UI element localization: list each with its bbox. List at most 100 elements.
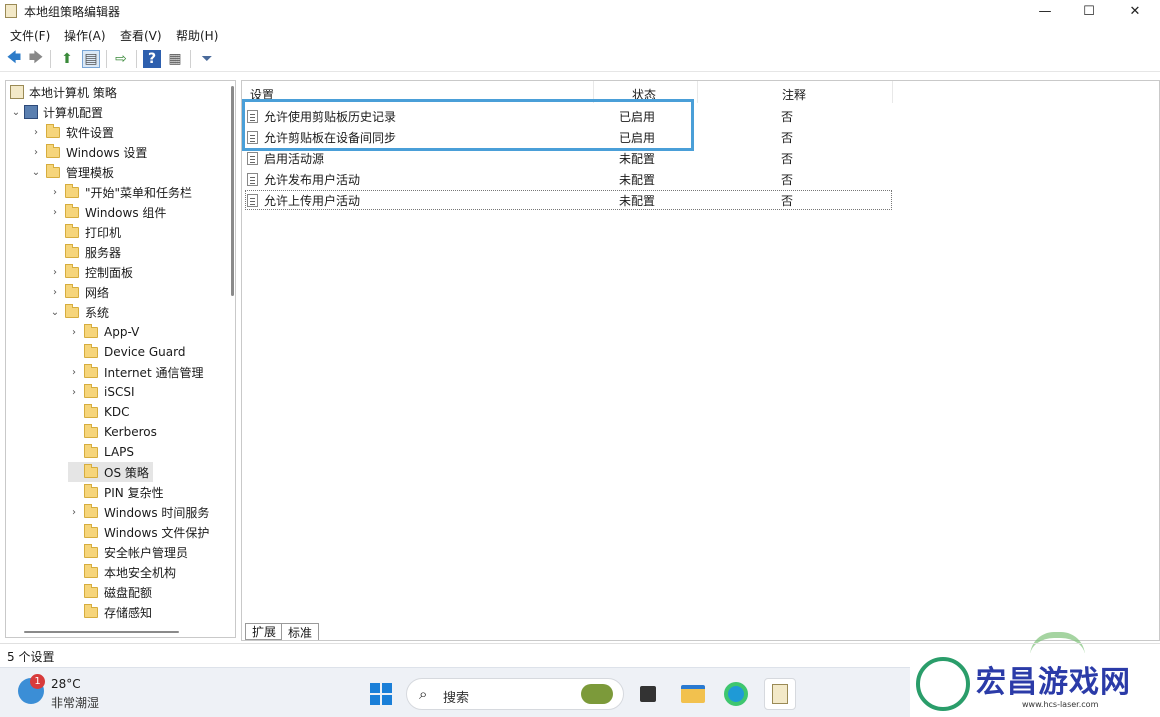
tree-sam[interactable]: 安全帐户管理员 xyxy=(68,542,188,562)
chevron-right-icon[interactable]: › xyxy=(30,127,42,138)
back-arrow-icon[interactable]: 🡄 xyxy=(5,50,23,68)
task-view-icon[interactable] xyxy=(632,678,664,710)
tree-label: Device Guard xyxy=(104,345,186,359)
filter-icon[interactable]: ⏷ xyxy=(198,50,216,68)
chevron-right-icon[interactable]: › xyxy=(49,287,61,298)
tree-software-settings[interactable]: › 软件设置 xyxy=(30,122,114,142)
menu-bar: 文件(F) 操作(A) 查看(V) 帮助(H) xyxy=(0,23,1160,45)
taskbar-search-box[interactable]: ⌕ 搜索 xyxy=(406,678,624,710)
menu-action[interactable]: 操作(A) xyxy=(64,27,106,44)
tree-control-panel[interactable]: › 控制面板 xyxy=(49,262,133,282)
chevron-down-icon[interactable]: ⌄ xyxy=(30,167,42,178)
edge-browser-icon[interactable] xyxy=(720,678,752,710)
tree-laps[interactable]: LAPS xyxy=(68,442,134,462)
vertical-scrollbar[interactable] xyxy=(231,86,234,296)
tree-lsa[interactable]: 本地安全机构 xyxy=(68,562,176,582)
help-icon[interactable]: ? xyxy=(143,50,161,68)
tree-admin-templates[interactable]: ⌄ 管理模板 xyxy=(30,162,114,182)
folder-icon xyxy=(46,123,60,138)
show-hide-tree-icon[interactable]: ▤ xyxy=(82,50,100,68)
window-title: 本地组策略编辑器 xyxy=(24,5,121,19)
folder-icon xyxy=(65,203,79,218)
chevron-right-icon[interactable]: › xyxy=(49,187,61,198)
maximize-button[interactable]: ☐ xyxy=(1066,0,1112,22)
horizontal-scrollbar[interactable] xyxy=(24,631,179,633)
setting-state: 未配置 xyxy=(619,173,656,187)
setting-comment: 否 xyxy=(781,110,794,124)
chevron-right-icon[interactable]: › xyxy=(68,367,80,378)
properties-icon[interactable]: ▦ xyxy=(166,50,184,68)
settings-list-pane[interactable]: 设置 状态 注释 允许使用剪贴板历史记录 已启用 否 允许剪贴板在设备间同步 已… xyxy=(241,80,1160,641)
tree-label: "开始"菜单和任务栏 xyxy=(85,185,193,200)
folder-icon xyxy=(65,183,79,198)
chevron-right-icon[interactable]: › xyxy=(30,147,42,158)
tree-pin-complexity[interactable]: PIN 复杂性 xyxy=(68,482,164,502)
tree-label: 系统 xyxy=(85,305,110,320)
tree-pane[interactable]: 本地计算机 策略 ⌄ 计算机配置 › 软件设置 › Windows 设置 ⌄ 管… xyxy=(5,80,236,638)
tree-label: 软件设置 xyxy=(66,125,115,140)
column-divider[interactable] xyxy=(892,81,893,103)
tree-windows-time[interactable]: › Windows 时间服务 xyxy=(68,502,209,522)
chevron-right-icon[interactable]: › xyxy=(68,387,80,398)
menu-file[interactable]: 文件(F) xyxy=(10,27,50,44)
policy-setting-icon xyxy=(247,152,258,165)
toolbar-separator xyxy=(136,50,137,68)
tree-label: Kerberos xyxy=(104,425,157,439)
minimize-button[interactable]: — xyxy=(1022,0,1068,22)
chevron-down-icon[interactable]: ⌄ xyxy=(49,307,61,318)
tree-os-policies[interactable]: OS 策略 xyxy=(68,462,153,482)
export-list-icon[interactable]: ⇨ xyxy=(112,50,130,68)
file-explorer-icon[interactable] xyxy=(677,678,709,710)
table-row[interactable]: 启用活动源 未配置 否 xyxy=(247,148,892,169)
tree-windows-components[interactable]: › Windows 组件 xyxy=(49,202,166,222)
chevron-down-icon[interactable]: ⌄ xyxy=(10,107,22,118)
chevron-right-icon[interactable]: › xyxy=(68,507,80,518)
computer-icon xyxy=(24,105,38,119)
menu-help[interactable]: 帮助(H) xyxy=(176,27,218,44)
toolbar: 🡄 🡆 ⬆ ▤ ⇨ ? ▦ ⏷ xyxy=(0,46,1160,72)
folder-icon xyxy=(84,343,98,358)
tree-windows-settings[interactable]: › Windows 设置 xyxy=(30,142,147,162)
weather-condition[interactable]: 非常潮湿 xyxy=(51,694,99,711)
close-button[interactable]: ✕ xyxy=(1112,0,1158,22)
column-header-comment[interactable]: 注释 xyxy=(782,86,806,103)
chevron-right-icon[interactable]: › xyxy=(49,207,61,218)
tree-label: Windows 时间服务 xyxy=(104,505,210,520)
tree-start-menu[interactable]: › "开始"菜单和任务栏 xyxy=(49,182,192,202)
tree-network[interactable]: › 网络 xyxy=(49,282,109,302)
up-folder-icon[interactable]: ⬆ xyxy=(58,50,76,68)
tree-windows-file-protection[interactable]: Windows 文件保护 xyxy=(68,522,209,542)
menu-view[interactable]: 查看(V) xyxy=(120,27,162,44)
chevron-right-icon[interactable]: › xyxy=(68,327,80,338)
tree-disk-quota[interactable]: 磁盘配额 xyxy=(68,582,152,602)
tree-label: 网络 xyxy=(85,285,110,300)
tree-internet-comm[interactable]: › Internet 通信管理 xyxy=(68,362,203,382)
setting-name: 允许发布用户活动 xyxy=(264,173,361,187)
tree-computer-config[interactable]: ⌄ 计算机配置 xyxy=(10,102,103,122)
tab-extended[interactable]: 扩展 xyxy=(245,623,284,640)
tree-servers[interactable]: 服务器 xyxy=(49,242,121,262)
folder-icon xyxy=(84,323,98,338)
column-divider[interactable] xyxy=(697,81,698,103)
chevron-right-icon[interactable]: › xyxy=(49,267,61,278)
tree-kerberos[interactable]: Kerberos xyxy=(68,422,157,442)
policy-editor-taskbar-icon[interactable] xyxy=(764,678,796,710)
tree-kdc[interactable]: KDC xyxy=(68,402,130,422)
tree-root[interactable]: 本地计算机 策略 xyxy=(8,82,117,102)
table-row[interactable]: 允许发布用户活动 未配置 否 xyxy=(247,169,892,190)
tab-standard[interactable]: 标准 xyxy=(281,623,320,640)
tree-storage-sense[interactable]: 存储感知 xyxy=(68,602,152,622)
tree-app-v[interactable]: › App-V xyxy=(68,322,139,342)
folder-icon xyxy=(84,543,98,558)
search-placeholder: 搜索 xyxy=(443,691,470,706)
tree-system[interactable]: ⌄ 系统 xyxy=(49,302,109,322)
temperature[interactable]: 28°C xyxy=(51,677,81,691)
status-text: 5 个设置 xyxy=(7,650,55,664)
tree-label: 控制面板 xyxy=(85,265,134,280)
tree-iscsi[interactable]: › iSCSI xyxy=(68,382,135,402)
tree-device-guard[interactable]: Device Guard xyxy=(68,342,185,362)
notification-badge: 1 xyxy=(30,674,45,689)
forward-arrow-icon[interactable]: 🡆 xyxy=(27,50,45,68)
windows-start-icon[interactable] xyxy=(370,683,392,705)
tree-printers[interactable]: 打印机 xyxy=(49,222,121,242)
